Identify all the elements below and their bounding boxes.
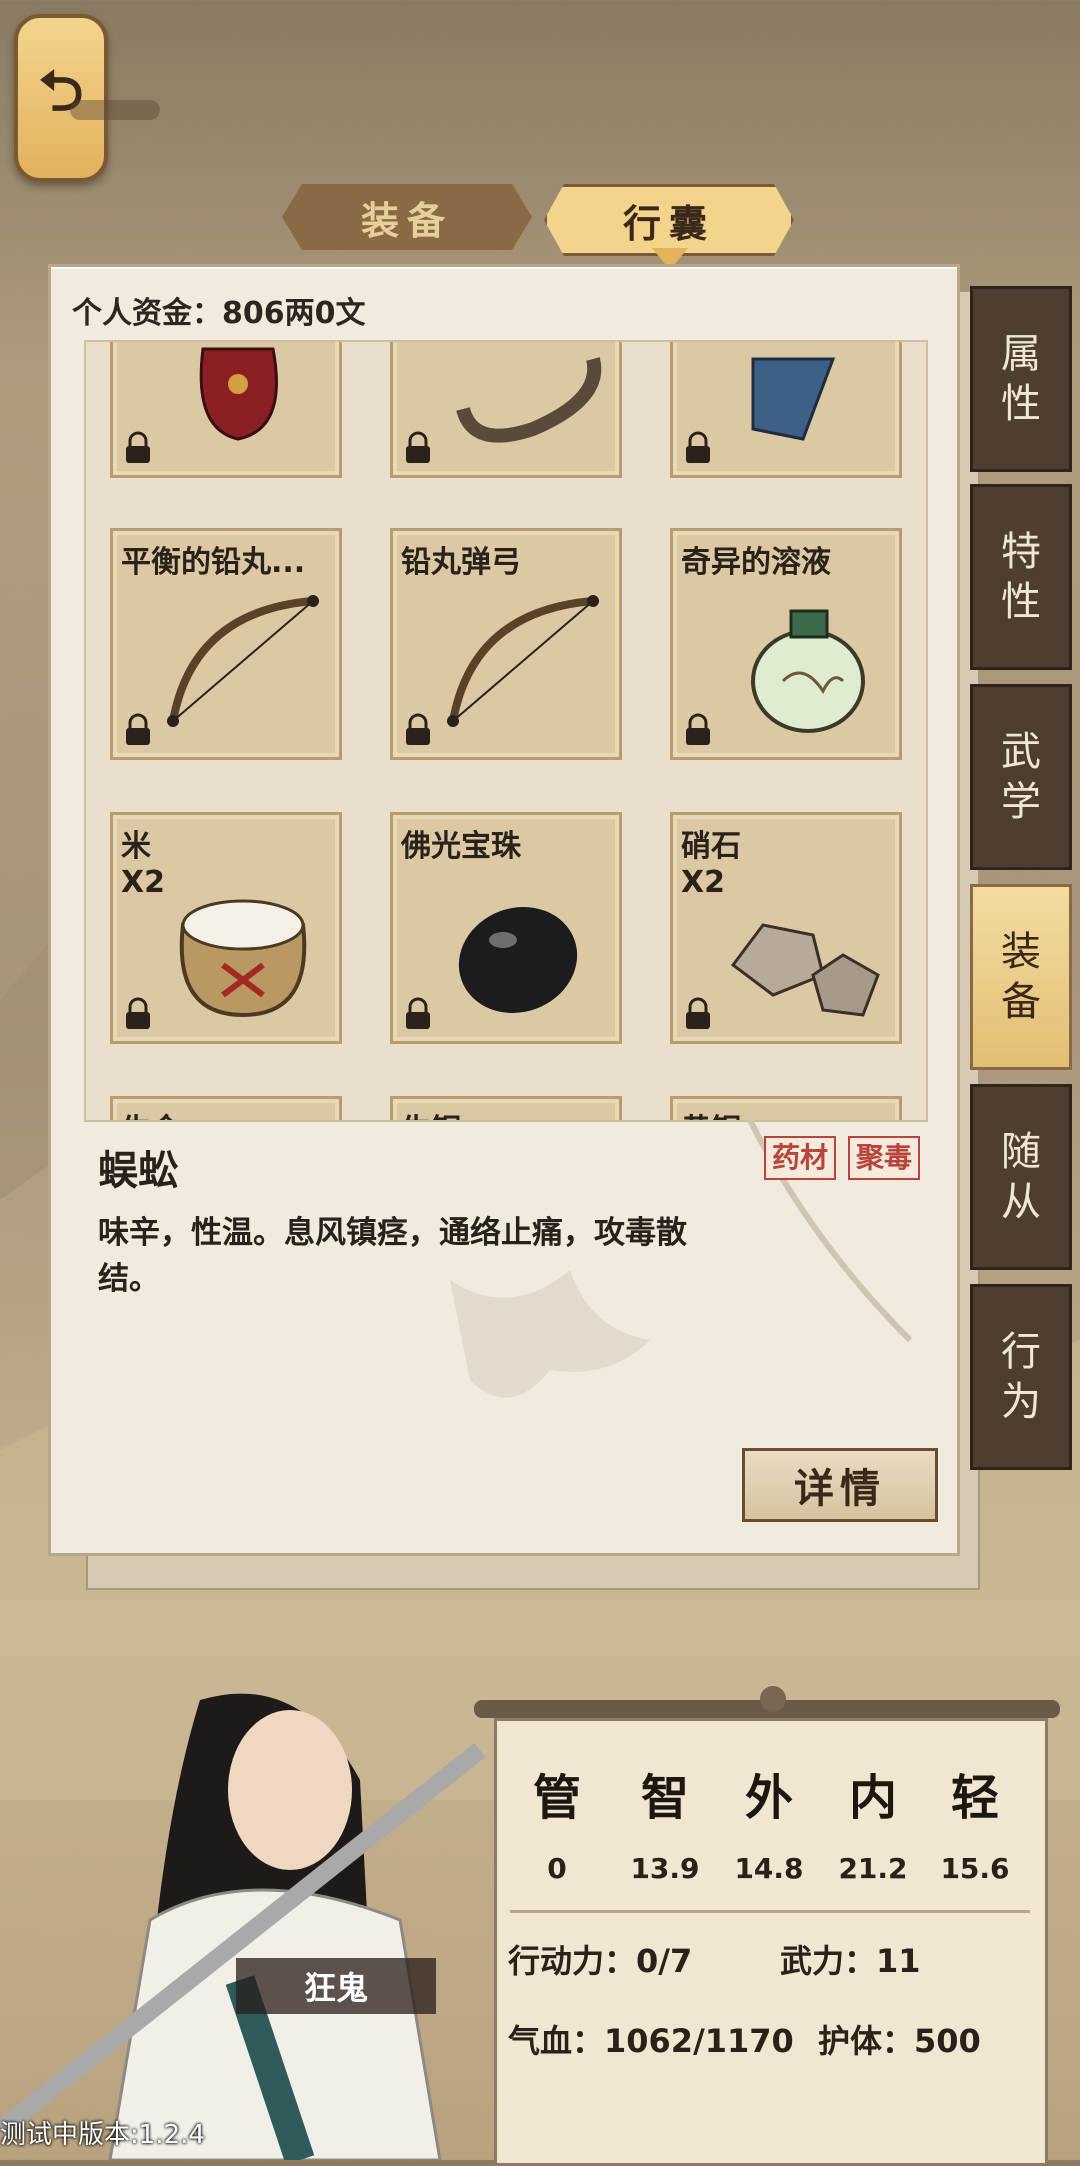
lock-icon — [686, 431, 710, 463]
tab-equipment[interactable]: 装备 — [282, 184, 532, 250]
scroll-divider — [510, 1910, 1030, 1913]
top-tabs: 装备 行囊 — [282, 184, 794, 256]
stat-intelligence: 智 13.9 — [630, 1770, 700, 1885]
character-portrait[interactable] — [0, 1660, 500, 2160]
lock-icon — [686, 997, 710, 1029]
lock-icon — [126, 713, 150, 745]
black-gem-icon — [458, 907, 578, 1013]
scroll-knob — [760, 1686, 786, 1712]
inventory-slot[interactable]: 硝石 X2 — [670, 812, 902, 1044]
inventory-slot[interactable]: 平衡的铅丸... — [110, 528, 342, 760]
armor-value: 护体：500 — [818, 2022, 981, 2060]
action-points: 行动力：0/7 — [508, 1942, 693, 1980]
bow-icon — [167, 595, 319, 727]
red-pouch-icon — [199, 347, 278, 441]
inventory-slot[interactable]: 米 X2 — [110, 812, 342, 1044]
inventory-slot[interactable] — [110, 342, 342, 478]
lock-icon — [126, 997, 150, 1029]
item-name: 米 — [121, 829, 151, 864]
inventory-grid[interactable]: 平衡的铅丸... 铅丸弹弓 奇异的溶液 米 X2 佛光宝珠 硝石 X2 — [84, 340, 928, 1122]
version-label: 测试中版本:1.2.4 — [0, 2120, 205, 2150]
stat-management: 管 0 — [532, 1770, 581, 1885]
blue-book-icon — [751, 357, 836, 441]
rice-sack-icon — [179, 899, 307, 1018]
leather-strap-icon — [456, 357, 602, 443]
inventory-slot[interactable]: 黄铜 — [670, 1096, 902, 1120]
side-tab-followers[interactable]: 随 从 — [970, 1084, 1072, 1270]
detail-button[interactable]: 详情 — [742, 1448, 938, 1522]
inventory-slot[interactable] — [670, 342, 902, 478]
inventory-slot[interactable]: 生金 — [110, 1096, 342, 1120]
lock-icon — [406, 431, 430, 463]
back-button[interactable]: ⮌ — [14, 14, 108, 182]
lock-icon — [126, 431, 150, 463]
side-tab-behavior[interactable]: 行 为 — [970, 1284, 1072, 1470]
bow-icon — [447, 595, 599, 727]
back-button-decoration — [70, 100, 160, 120]
character-name: 狂鬼 — [303, 1969, 368, 2007]
lock-icon — [406, 713, 430, 745]
side-tab-equipment[interactable]: 装 备 — [970, 884, 1072, 1070]
side-tab-martial-arts[interactable]: 武 学 — [970, 684, 1072, 870]
lock-icon — [406, 997, 430, 1029]
tag-badge: 聚毒 — [848, 1136, 921, 1180]
stat-internal: 内 21.2 — [838, 1770, 908, 1885]
inventory-slot[interactable]: 佛光宝珠 — [390, 812, 622, 1044]
inventory-slot[interactable] — [390, 342, 622, 478]
tag-badge: 药材 — [764, 1136, 837, 1180]
stat-agility: 轻 15.6 — [940, 1770, 1010, 1885]
force-value: 武力：11 — [780, 1942, 921, 1980]
rock-icon — [730, 923, 880, 1017]
personal-funds: 个人资金：806两0文 — [72, 296, 366, 331]
hp-value: 气血：1062/1170 — [508, 2022, 794, 2060]
item-description: 味辛，性温。息风镇痉，通络止痛，攻毒散结。 — [98, 1215, 687, 1297]
side-tab-attributes[interactable]: 属 性 — [970, 286, 1072, 472]
inventory-slot[interactable]: 铅丸弹弓 — [390, 528, 622, 760]
lock-icon — [686, 713, 710, 745]
inventory-slot[interactable]: 奇异的溶液 — [670, 528, 902, 760]
stat-external: 外 14.8 — [734, 1770, 804, 1885]
item-detail-name: 蜈蚣 — [98, 1148, 178, 1194]
inventory-slot[interactable]: 生铜 — [390, 1096, 622, 1120]
tab-bag[interactable]: 行囊 — [544, 184, 794, 256]
side-tab-traits[interactable]: 特 性 — [970, 484, 1072, 670]
potion-jar-icon — [751, 609, 865, 733]
